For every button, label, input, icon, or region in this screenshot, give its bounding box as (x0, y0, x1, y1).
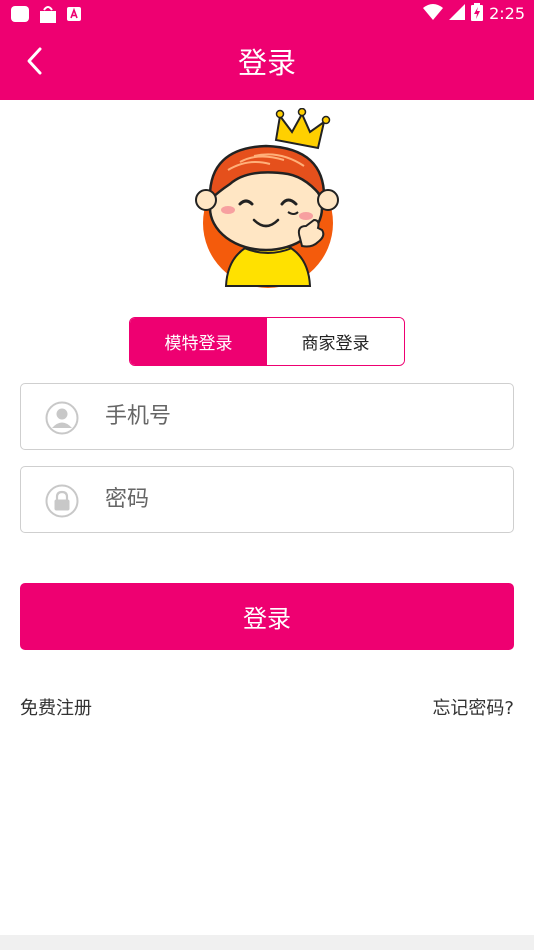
password-field[interactable] (20, 466, 514, 533)
wifi-icon (423, 4, 444, 24)
user-icon (45, 401, 79, 435)
mascot-avatar (188, 107, 348, 288)
app-notification-icon (10, 5, 30, 27)
bottom-strip (0, 935, 534, 950)
phone-input[interactable] (105, 384, 495, 449)
tab-model-login-label: 模特登录 (164, 334, 233, 354)
tab-merchant-login[interactable]: 商家登录 (267, 318, 404, 365)
login-button[interactable]: 登录 (20, 583, 514, 650)
app-bar: 登录 (0, 27, 534, 100)
password-input[interactable] (105, 467, 495, 532)
battery-icon (471, 3, 484, 25)
lock-icon (45, 484, 79, 518)
page-title: 登录 (237, 46, 296, 80)
status-time: 2:25 (489, 4, 525, 23)
a-letter-icon (66, 6, 82, 26)
tab-model-login[interactable]: 模特登录 (130, 318, 267, 365)
forgot-password-link[interactable]: 忘记密码? (432, 694, 514, 720)
status-bar: 2:25 (0, 0, 534, 27)
register-link[interactable]: 免费注册 (20, 694, 92, 720)
login-type-tabs: 模特登录 商家登录 (129, 317, 405, 366)
phone-field[interactable] (20, 383, 514, 450)
signal-icon (449, 4, 466, 24)
tab-merchant-login-label: 商家登录 (301, 334, 370, 354)
android-bag-icon (38, 4, 58, 28)
